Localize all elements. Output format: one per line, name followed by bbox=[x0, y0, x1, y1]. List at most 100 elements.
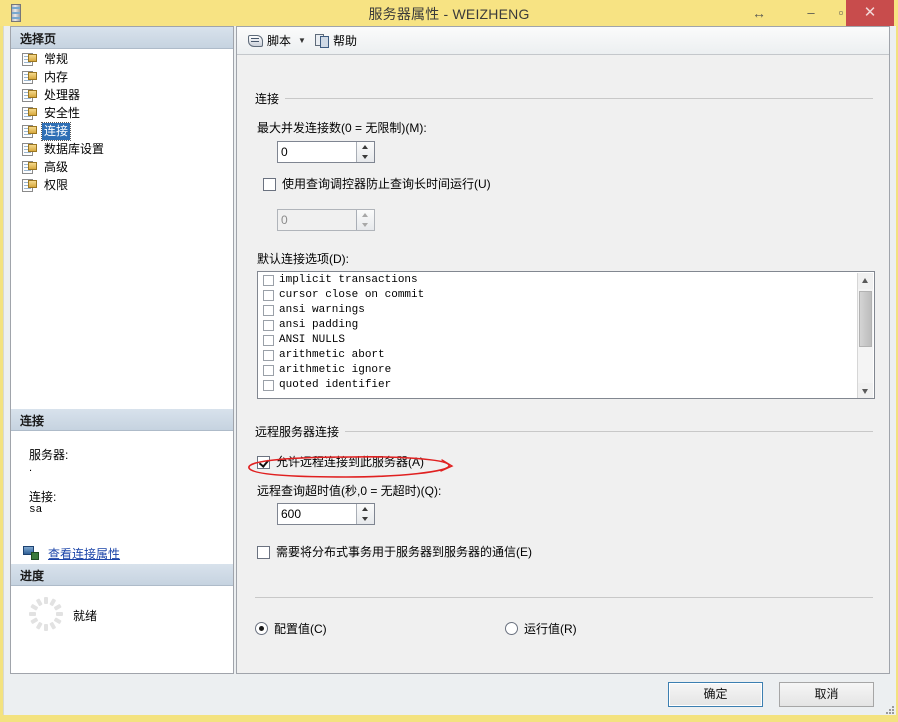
allow-remote-connections-checkbox[interactable]: 允许远程连接到此服务器(A) bbox=[257, 456, 424, 469]
scrollbar-thumb[interactable] bbox=[859, 291, 872, 347]
group-connections-title: 连接 bbox=[255, 90, 286, 107]
option-label: quoted identifier bbox=[279, 379, 392, 391]
option-label: arithmetic abort bbox=[279, 349, 385, 361]
list-item[interactable]: ANSI NULLS bbox=[258, 333, 874, 347]
option-checkbox[interactable] bbox=[263, 364, 274, 376]
connection-properties-icon bbox=[23, 546, 40, 561]
sidebar-item-permissions[interactable]: 权限 bbox=[11, 176, 233, 194]
stepper-up-icon[interactable] bbox=[357, 142, 374, 152]
connections-settings-form: 连接 最大并发连接数(0 = 无限制)(M): 0 使用查询调控器防止查询长时间… bbox=[237, 56, 889, 673]
radio-configured-label: 配置值(C) bbox=[274, 622, 327, 636]
option-label: arithmetic ignore bbox=[279, 364, 392, 376]
progress-status: 就绪 bbox=[73, 609, 98, 623]
cancel-button[interactable]: 取消 bbox=[779, 682, 874, 707]
list-item[interactable]: ansi padding bbox=[258, 318, 874, 332]
server-label: 服务器: bbox=[29, 448, 69, 462]
page-icon bbox=[21, 124, 37, 139]
option-checkbox[interactable] bbox=[263, 349, 274, 361]
loading-spinner-icon bbox=[29, 597, 63, 631]
radio-configured-values[interactable]: 配置值(C) bbox=[255, 620, 327, 637]
sidebar-item-advanced[interactable]: 高级 bbox=[11, 158, 233, 176]
stepper-up-icon[interactable] bbox=[357, 504, 374, 514]
list-item[interactable]: implicit transactions bbox=[258, 273, 874, 287]
radio-running-values[interactable]: 运行值(R) bbox=[505, 620, 577, 637]
connection-info-header: 连接 bbox=[11, 409, 233, 431]
query-governor-cost-value: 0 bbox=[281, 213, 288, 227]
max-connections-value[interactable]: 0 bbox=[278, 142, 356, 162]
option-checkbox[interactable] bbox=[263, 379, 274, 391]
server-value: . bbox=[29, 462, 33, 474]
option-checkbox[interactable] bbox=[263, 334, 274, 346]
radio-button[interactable] bbox=[505, 622, 518, 635]
scroll-up-icon[interactable] bbox=[858, 273, 873, 289]
option-checkbox[interactable] bbox=[263, 319, 274, 331]
script-icon bbox=[248, 34, 264, 48]
close-button[interactable]: ✕ bbox=[846, 0, 894, 26]
options-scrollbar[interactable] bbox=[857, 273, 873, 398]
option-checkbox[interactable] bbox=[263, 274, 274, 286]
connection-info-section: 连接 服务器: . 连接: sa 查看连接属性 bbox=[11, 409, 233, 564]
remote-timeout-value[interactable]: 600 bbox=[278, 504, 356, 524]
sidebar-item-database-settings[interactable]: 数据库设置 bbox=[11, 140, 233, 158]
page-icon bbox=[21, 52, 37, 67]
option-checkbox[interactable] bbox=[263, 304, 274, 316]
view-connection-properties-label: 查看连接属性 bbox=[48, 547, 121, 561]
page-icon bbox=[21, 70, 37, 85]
resize-grip[interactable] bbox=[884, 704, 894, 714]
list-item[interactable]: ansi warnings bbox=[258, 303, 874, 317]
select-page-header: 选择页 bbox=[11, 27, 233, 49]
checkbox-box[interactable] bbox=[263, 178, 276, 191]
sidebar-item-security[interactable]: 安全性 bbox=[11, 104, 233, 122]
section-divider bbox=[255, 597, 873, 598]
require-dtc-label: 需要将分布式事务用于服务器到服务器的通信(E) bbox=[276, 545, 532, 559]
scroll-down-icon[interactable] bbox=[858, 383, 873, 398]
list-item[interactable]: quoted identifier bbox=[258, 378, 874, 392]
sidebar-item-label: 常规 bbox=[44, 51, 69, 66]
stepper-up-icon bbox=[357, 210, 374, 220]
view-connection-properties-link[interactable]: 查看连接属性 bbox=[23, 545, 120, 562]
resize-icon[interactable]: ↔ bbox=[748, 0, 770, 26]
option-label: implicit transactions bbox=[279, 274, 418, 286]
default-connection-options-list[interactable]: implicit transactions cursor close on co… bbox=[257, 271, 875, 399]
sidebar-item-memory[interactable]: 内存 bbox=[11, 68, 233, 86]
max-connections-stepper[interactable]: 0 bbox=[277, 141, 375, 163]
sidebar-item-general[interactable]: 常规 bbox=[11, 50, 233, 68]
script-button[interactable]: 脚本 bbox=[245, 30, 294, 52]
sidebar-item-processors[interactable]: 处理器 bbox=[11, 86, 233, 104]
chevron-down-icon[interactable]: ▼ bbox=[298, 36, 306, 45]
sidebar-item-label: 内存 bbox=[44, 69, 69, 84]
page-tree[interactable]: 常规 内存 处理器 安全性 连接 数据库设置 高级 权限 bbox=[11, 50, 233, 194]
stepper-buttons[interactable] bbox=[356, 142, 374, 162]
dialog-client-area: 选择页 常规 内存 处理器 安全性 连接 数据库设置 高级 权限 连接 服务器:… bbox=[3, 26, 896, 715]
radio-button[interactable] bbox=[255, 622, 268, 635]
page-icon bbox=[21, 88, 37, 103]
stepper-down-icon bbox=[357, 220, 374, 230]
group-divider bbox=[255, 431, 873, 432]
default-options-label: 默认连接选项(D): bbox=[257, 252, 349, 266]
sidebar-item-label: 连接 bbox=[40, 121, 72, 141]
stepper-down-icon[interactable] bbox=[357, 152, 374, 162]
option-label: ANSI NULLS bbox=[279, 334, 346, 346]
checkbox-box[interactable] bbox=[257, 456, 270, 469]
option-checkbox[interactable] bbox=[263, 289, 274, 301]
query-governor-checkbox[interactable]: 使用查询调控器防止查询长时间运行(U) bbox=[263, 178, 491, 191]
toolbar: 脚本 ▼ 帮助 bbox=[237, 27, 889, 55]
checkbox-box[interactable] bbox=[257, 546, 270, 559]
stepper-down-icon[interactable] bbox=[357, 514, 374, 524]
connection-label: 连接: bbox=[29, 490, 57, 504]
page-icon bbox=[21, 106, 37, 121]
list-item[interactable]: cursor close on commit bbox=[258, 288, 874, 302]
remote-timeout-stepper[interactable]: 600 bbox=[277, 503, 375, 525]
ok-button[interactable]: 确定 bbox=[668, 682, 763, 707]
progress-title: 进度 bbox=[20, 569, 45, 583]
help-button[interactable]: 帮助 bbox=[312, 30, 360, 52]
minimize-button[interactable]: – bbox=[796, 0, 826, 26]
help-label: 帮助 bbox=[332, 34, 357, 48]
sidebar-item-connections[interactable]: 连接 bbox=[11, 121, 233, 141]
stepper-buttons[interactable] bbox=[356, 504, 374, 524]
sidebar-item-label: 安全性 bbox=[44, 105, 81, 120]
list-item[interactable]: arithmetic abort bbox=[258, 348, 874, 362]
page-icon bbox=[21, 160, 37, 175]
list-item[interactable]: arithmetic ignore bbox=[258, 363, 874, 377]
require-dtc-checkbox[interactable]: 需要将分布式事务用于服务器到服务器的通信(E) bbox=[257, 546, 532, 559]
